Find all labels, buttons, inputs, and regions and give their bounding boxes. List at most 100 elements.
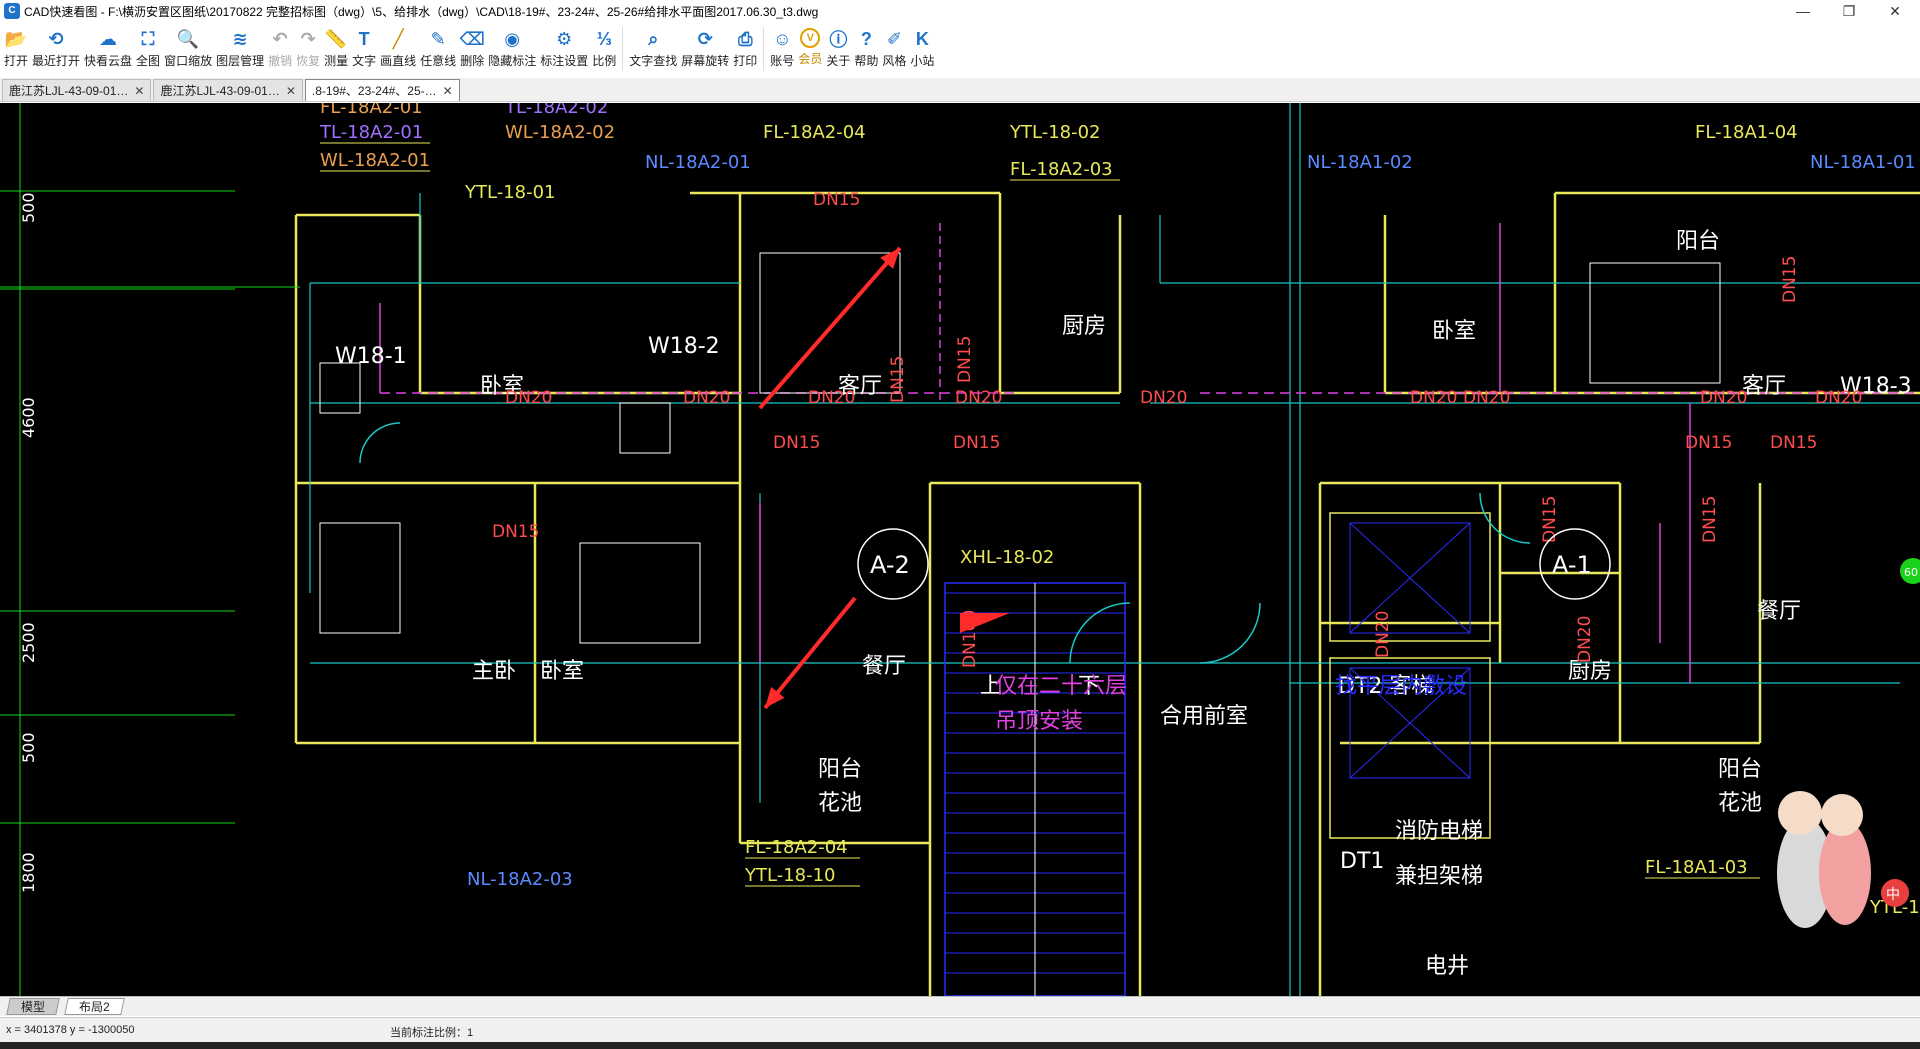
toolbar-label: 屏幕旋转 xyxy=(681,54,730,68)
toolbar-window-zoom-button[interactable]: 🔍 窗口缩放 xyxy=(164,22,212,76)
document-tab[interactable]: 鹿江苏LJL-43-09-01… ✕ xyxy=(2,79,152,101)
cad-text: 电井 xyxy=(1425,954,1469,979)
cad-text: DN15 xyxy=(1685,433,1732,453)
toolbar-redo-button[interactable]: ↷ 恢复 xyxy=(296,22,320,76)
cad-text: 客厅 xyxy=(1742,374,1786,399)
document-tab-label: .8-19#、23-24#、25-… xyxy=(311,84,437,98)
cad-rect xyxy=(319,522,401,634)
toolbar-label: 最近打开 xyxy=(32,54,81,68)
toolbar-rotate-button[interactable]: ⟳ 屏幕旋转 xyxy=(681,22,729,76)
toolbar-vip-button[interactable]: V 会员 xyxy=(798,22,822,76)
cad-text: NL-18A1-01 xyxy=(1810,152,1916,173)
cad-text: 2500 xyxy=(19,622,38,663)
cad-text: DN15 xyxy=(888,356,908,403)
toolbar-eraser-button[interactable]: ⌫ 删除 xyxy=(459,22,485,76)
eye-icon: ◉ xyxy=(504,28,521,49)
toolbar-user-button[interactable]: ☺ 账号 xyxy=(770,22,794,76)
cad-text: 4600 xyxy=(19,397,38,438)
toolbar-find-text-button[interactable]: ⌕ 文字查找 xyxy=(629,22,677,76)
close-tab-icon[interactable]: ✕ xyxy=(286,84,296,98)
cad-rect xyxy=(619,402,671,454)
layout-tab-bar: 模型 布局2 xyxy=(0,996,1920,1016)
layout-tab[interactable]: 布局2 xyxy=(64,998,125,1015)
toolbar-eye-button[interactable]: ◉ 隐藏标注 xyxy=(488,22,536,76)
toolbar-label: 文字 xyxy=(352,54,377,68)
close-window-button[interactable]: ✕ xyxy=(1872,0,1918,22)
pen-icon: ✎ xyxy=(430,28,446,49)
cad-text: NL-18A1-02 xyxy=(1307,152,1413,173)
toolbar-label: 账号 xyxy=(770,54,795,68)
toolbar-settings-button[interactable]: ⚙ 标注设置 xyxy=(540,22,588,76)
cad-drawing[interactable]: 500460025005001800W18-1卧室W18-2客厅厨房主卧 卧室 餐厅… xyxy=(0,103,1920,996)
toolbar-pen-button[interactable]: ✎ 任意线 xyxy=(420,22,456,76)
cad-text: DN15 xyxy=(1780,256,1800,303)
cad-text: A-1 xyxy=(1552,551,1592,579)
cad-text: DN20 xyxy=(808,388,855,408)
toolbar-label: 风格 xyxy=(882,54,907,68)
toolbar-layers-button[interactable]: ≋ 图层管理 xyxy=(216,22,264,76)
toolbar-style-button[interactable]: ✐ 风格 xyxy=(882,22,906,76)
toolbar-label: 测量 xyxy=(324,54,349,68)
cad-text: YTL-18-02 xyxy=(1009,122,1101,143)
restore-button[interactable]: ❐ xyxy=(1826,0,1872,22)
layout-tab[interactable]: 模型 xyxy=(6,998,60,1015)
document-tab[interactable]: 鹿江苏LJL-43-09-01… ✕ xyxy=(153,79,303,101)
toolbar-print-button[interactable]: ⎙ 打印 xyxy=(733,22,757,76)
cad-text: 主卧 xyxy=(472,659,516,684)
user-icon: ☺ xyxy=(773,28,792,49)
cad-text: DN20 xyxy=(1373,611,1393,658)
cad-text: 花池 xyxy=(1718,791,1762,816)
close-tab-icon[interactable]: ✕ xyxy=(443,84,453,98)
minimize-button[interactable]: — xyxy=(1780,0,1826,22)
cad-rect xyxy=(579,542,701,644)
mascot-head xyxy=(1778,791,1822,835)
drawing-canvas[interactable]: 500 4600 2500 500 1800 W18-1 卧室 W18-2 客厅 厨房 主卧 卧室 餐厅… xyxy=(0,103,1920,996)
cad-text: 卧室 xyxy=(1432,319,1476,344)
cad-text: DN20 xyxy=(505,388,552,408)
cad-rect xyxy=(1589,262,1721,384)
site-k-icon: K xyxy=(915,28,929,49)
toolbar-help-button[interactable]: ? 帮助 xyxy=(854,22,878,76)
toolbar-info-button[interactable]: ⓘ 关于 xyxy=(826,22,850,76)
toolbar-undo-button[interactable]: ↶ 撤销 xyxy=(268,22,292,76)
cad-text: 卧室 xyxy=(540,659,584,684)
toolbar-label: 任意线 xyxy=(420,54,457,68)
toolbar-label: 帮助 xyxy=(854,54,879,68)
settings-icon: ⚙ xyxy=(556,28,573,49)
toolbar-label: 恢复 xyxy=(296,54,321,68)
toolbar-label: 文字查找 xyxy=(629,54,678,68)
cad-text: DN20 xyxy=(955,388,1002,408)
toolbar-line-button[interactable]: ╱ 画直线 xyxy=(380,22,416,76)
close-tab-icon[interactable]: ✕ xyxy=(134,84,144,98)
cad-text: DN15 xyxy=(492,522,539,542)
cad-text: A-2 xyxy=(870,551,910,579)
toolbar-cloud-button[interactable]: ☁ 快看云盘 xyxy=(84,22,132,76)
annotation-scale: 当前标注比例：1 xyxy=(390,1027,474,1039)
toolbar-measure-button[interactable]: 📏 测量 xyxy=(324,22,348,76)
main-toolbar: 📂 打开 ⟲ 最近打开 ☁ 快看云盘 ⛶ 全图 🔍 窗口缩放 ≋ 图层管理 ↶ 撤销 ↷ 恢复 📏 测量 T 文字 ╱ 画… xyxy=(0,22,1920,76)
cad-text: FL-18A2-01 xyxy=(320,103,423,118)
rotate-icon: ⟳ xyxy=(697,28,713,49)
toolbar-text-button[interactable]: T 文字 xyxy=(352,22,376,76)
vip-icon: V xyxy=(800,28,821,48)
document-tab[interactable]: .8-19#、23-24#、25-… ✕ xyxy=(304,79,460,101)
cad-line xyxy=(763,596,857,710)
mascot-figure xyxy=(1819,821,1871,925)
document-tab-bar: 鹿江苏LJL-43-09-01… ✕ 鹿江苏LJL-43-09-01… ✕ .8-19#… xyxy=(0,78,1920,102)
layout-tab-label: 模型 xyxy=(21,1000,46,1014)
eraser-icon: ⌫ xyxy=(459,28,485,49)
toolbar-site-k-button[interactable]: K 小站 xyxy=(910,22,934,76)
toolbar-fit-all-button[interactable]: ⛶ 全图 xyxy=(136,22,160,76)
toolbar-label: 关于 xyxy=(826,54,851,68)
cad-text: WL-18A2-01 xyxy=(320,150,430,171)
cad-text: DN15 xyxy=(953,433,1000,453)
cloud-icon: ☁ xyxy=(99,28,118,49)
toolbar-open-folder-button[interactable]: 📂 打开 xyxy=(4,22,28,76)
cad-text: 兼担架梯 xyxy=(1395,864,1483,889)
cad-text: DN15 xyxy=(955,336,975,383)
toolbar-recent-button[interactable]: ⟲ 最近打开 xyxy=(32,22,80,76)
toolbar-scale-button[interactable]: ⅓ 比例 xyxy=(592,22,616,76)
cad-text: DN20 xyxy=(1575,616,1595,663)
cad-text: 500 xyxy=(19,732,38,763)
cad-text: DN15 xyxy=(1540,496,1560,543)
